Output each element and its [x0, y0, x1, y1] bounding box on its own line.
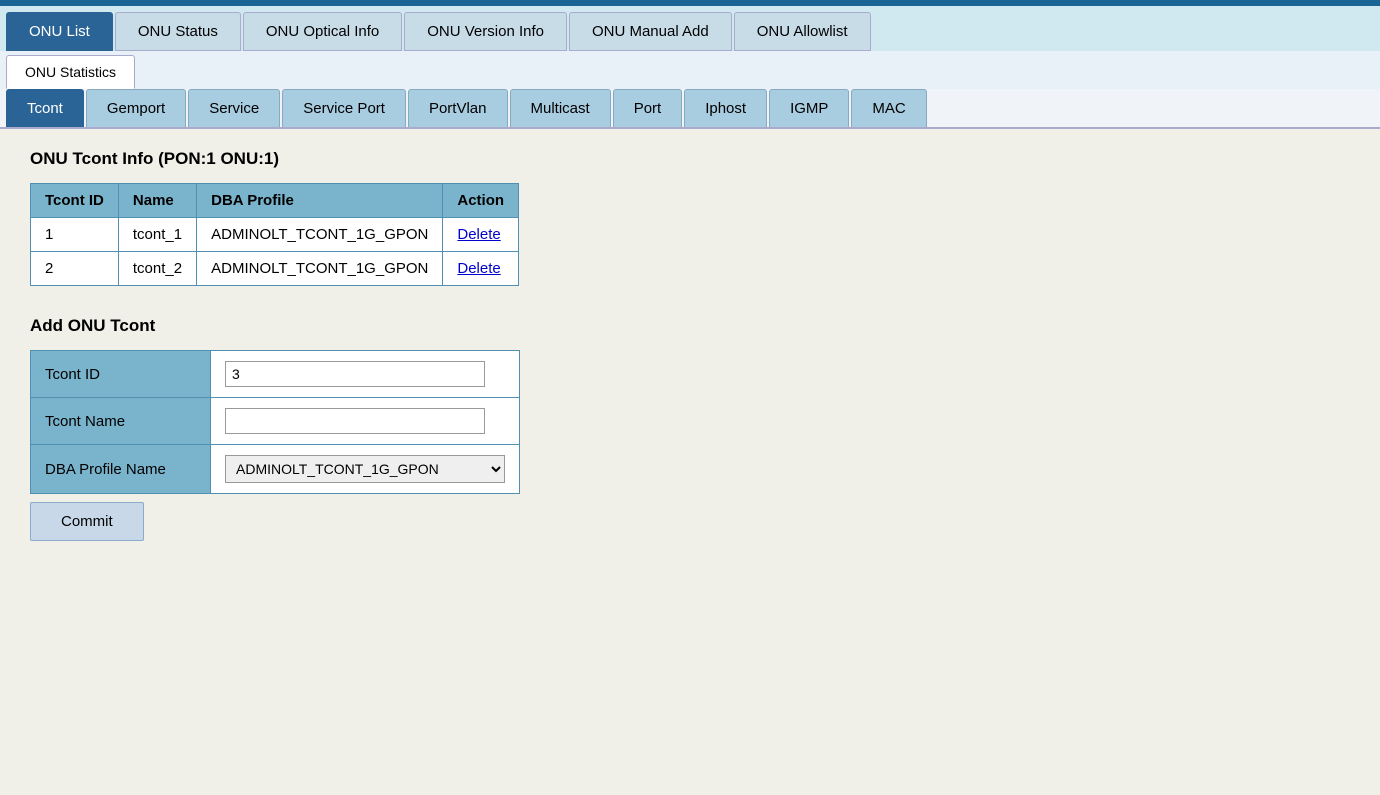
dba-profile-select[interactable]: ADMINOLT_TCONT_1G_GPON	[225, 455, 505, 483]
table-row: 1tcont_1ADMINOLT_TCONT_1G_GPON Delete	[31, 218, 519, 252]
main-nav-tab-onu-version-info[interactable]: ONU Version Info	[404, 12, 567, 51]
sub-nav-tab-port[interactable]: Port	[613, 89, 683, 127]
secondary-nav-tab-onu-statistics[interactable]: ONU Statistics	[6, 55, 135, 89]
info-title: ONU Tcont Info (PON:1 ONU:1)	[30, 149, 1350, 169]
sub-nav-tab-portvlan[interactable]: PortVlan	[408, 89, 508, 127]
add-title: Add ONU Tcont	[30, 316, 1350, 336]
table-cell-action: Delete	[443, 218, 519, 252]
tcont-id-input[interactable]	[225, 361, 485, 387]
form-row: Tcont ID	[31, 351, 520, 398]
main-nav-tab-onu-list[interactable]: ONU List	[6, 12, 113, 51]
form-label-tcont-name-input: Tcont Name	[31, 398, 211, 445]
table-header: DBA Profile	[197, 184, 443, 218]
sub-nav-tab-mac[interactable]: MAC	[851, 89, 926, 127]
add-form-table: Tcont IDTcont NameDBA Profile Name ADMINO…	[30, 350, 520, 494]
table-cell-dba_profile: ADMINOLT_TCONT_1G_GPON	[197, 218, 443, 252]
commit-button[interactable]: Commit	[30, 502, 144, 541]
form-label-tcont-id-input: Tcont ID	[31, 351, 211, 398]
sub-nav-tab-gemport[interactable]: Gemport	[86, 89, 186, 127]
sub-nav-tab-tcont[interactable]: Tcont	[6, 89, 84, 127]
main-nav-tab-onu-optical-info[interactable]: ONU Optical Info	[243, 12, 402, 51]
delete-link[interactable]: Delete	[457, 226, 500, 243]
add-section: Add ONU Tcont Tcont IDTcont NameDBA Prof…	[30, 316, 1350, 541]
sub-nav-tab-multicast[interactable]: Multicast	[510, 89, 611, 127]
main-nav-tab-onu-status[interactable]: ONU Status	[115, 12, 241, 51]
table-row: 2tcont_2ADMINOLT_TCONT_1G_GPON Delete	[31, 252, 519, 286]
sub-nav-tab-service[interactable]: Service	[188, 89, 280, 127]
sub-nav-tab-igmp[interactable]: IGMP	[769, 89, 849, 127]
table-cell-action: Delete	[443, 252, 519, 286]
form-input-cell-tcont-name-input	[211, 398, 520, 445]
form-input-cell-dba-profile-select: ADMINOLT_TCONT_1G_GPON	[211, 445, 520, 494]
table-cell-name: tcont_1	[118, 218, 196, 252]
main-nav-tab-onu-manual-add[interactable]: ONU Manual Add	[569, 12, 732, 51]
main-nav: ONU ListONU StatusONU Optical InfoONU Ve…	[0, 6, 1380, 51]
content-area: ONU Tcont Info (PON:1 ONU:1) Tcont IDNam…	[0, 129, 1380, 729]
tcont-name-input[interactable]	[225, 408, 485, 434]
table-cell-tcont_id: 2	[31, 252, 119, 286]
table-header: Tcont ID	[31, 184, 119, 218]
tcont-info-table: Tcont IDNameDBA ProfileAction1tcont_1ADM…	[30, 183, 519, 286]
sub-nav-tab-iphost[interactable]: Iphost	[684, 89, 767, 127]
form-row: Tcont Name	[31, 398, 520, 445]
table-cell-dba_profile: ADMINOLT_TCONT_1G_GPON	[197, 252, 443, 286]
table-header: Action	[443, 184, 519, 218]
sub-nav-tab-service-port[interactable]: Service Port	[282, 89, 406, 127]
sub-nav: TcontGemportServiceService PortPortVlanM…	[0, 89, 1380, 129]
info-section: ONU Tcont Info (PON:1 ONU:1) Tcont IDNam…	[30, 149, 1350, 286]
table-cell-name: tcont_2	[118, 252, 196, 286]
form-label-dba-profile-select: DBA Profile Name	[31, 445, 211, 494]
secondary-nav: ONU Statistics	[0, 51, 1380, 89]
main-nav-tab-onu-allowlist[interactable]: ONU Allowlist	[734, 12, 871, 51]
table-header: Name	[118, 184, 196, 218]
form-row: DBA Profile Name ADMINOLT_TCONT_1G_GPON	[31, 445, 520, 494]
table-cell-tcont_id: 1	[31, 218, 119, 252]
form-input-cell-tcont-id-input	[211, 351, 520, 398]
delete-link[interactable]: Delete	[457, 260, 500, 277]
